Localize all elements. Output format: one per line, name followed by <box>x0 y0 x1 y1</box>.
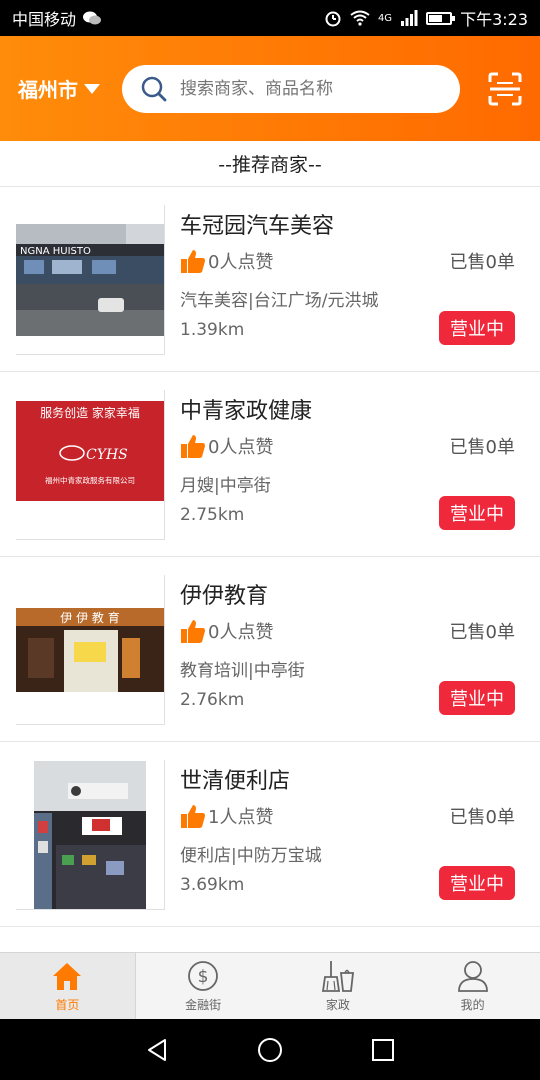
merchant-name: 车冠园汽车美容 <box>180 214 335 239</box>
wechat-icon <box>83 11 102 25</box>
sold-count: 已售0单 <box>449 437 515 458</box>
banner-logo-text: CYHS <box>86 447 128 463</box>
merchant-item[interactable]: NGNA HUISTO 车冠园汽车美容 0人点赞 已售0单 汽车美容|台江广场/… <box>0 187 540 372</box>
user-icon <box>457 961 488 992</box>
open-status-badge: 营业中 <box>439 866 515 900</box>
merchant-photo: 服务创造 家家幸福 CYHS 福州中青家政服务有限公司 <box>16 390 165 540</box>
tab-label: 金融街 <box>185 998 222 1012</box>
dropdown-arrow-icon <box>84 83 100 94</box>
dollar-icon: $ <box>188 961 219 991</box>
tab-housekeeping[interactable]: 家政 <box>271 953 406 1019</box>
back-icon[interactable] <box>143 1036 171 1064</box>
city-selector[interactable]: 福州市 <box>18 74 122 103</box>
merchant-category: 汽车美容|台江广场/元洪城 <box>180 291 379 311</box>
merchant-photo: NGNA HUISTO <box>16 205 165 355</box>
merchant-item[interactable]: 服务创造 家家幸福 CYHS 福州中青家政服务有限公司 中青家政健康 0人点赞 … <box>0 372 540 557</box>
svg-text:$: $ <box>198 967 209 987</box>
tab-home[interactable]: 首页 <box>0 953 136 1019</box>
clock-label: 下午3:23 <box>460 10 528 29</box>
search-input[interactable] <box>180 78 420 99</box>
thumbs-up-icon[interactable] <box>180 433 206 459</box>
sold-count: 已售0单 <box>449 807 515 828</box>
home-icon <box>53 963 82 990</box>
merchant-name: 中青家政健康 <box>180 399 313 424</box>
sold-count: 已售0单 <box>449 622 515 643</box>
recents-icon[interactable] <box>369 1036 397 1064</box>
recommended-merchants-title: --推荐商家-- <box>0 141 540 187</box>
tab-profile[interactable]: 我的 <box>405 953 540 1019</box>
banner-image: 服务创造 家家幸福 CYHS 福州中青家政服务有限公司 <box>16 400 164 529</box>
thumbs-up-icon[interactable] <box>180 618 206 644</box>
like-count: 0人点赞 <box>208 437 274 458</box>
open-status-badge: 营业中 <box>439 496 515 530</box>
storefront-sign-text: NGNA HUISTO <box>20 246 91 257</box>
banner-company-text: 福州中青家政服务有限公司 <box>45 475 135 485</box>
school-sign-text: 伊 伊 教 育 <box>60 610 119 625</box>
sold-count: 已售0单 <box>449 252 515 273</box>
search-icon <box>141 76 167 101</box>
merchant-name: 伊伊教育 <box>180 584 269 609</box>
tab-finance[interactable]: $ 金融街 <box>136 953 271 1019</box>
scan-icon[interactable] <box>488 72 522 106</box>
banner-slogan-text: 服务创造 家家幸福 <box>40 405 140 420</box>
thumbs-up-icon[interactable] <box>180 803 206 829</box>
home-circle-icon[interactable] <box>256 1036 284 1064</box>
tab-label: 我的 <box>460 998 485 1012</box>
alarm-icon <box>325 11 341 27</box>
open-status-badge: 营业中 <box>439 311 515 345</box>
school-entrance-image: 伊 伊 教 育 <box>16 607 164 692</box>
signal-icon <box>401 10 418 26</box>
bottom-tab-bar: 首页 $ 金融街 家政 我的 <box>0 952 540 1019</box>
city-label: 福州市 <box>18 78 78 102</box>
merchant-photo: 伊 伊 教 育 <box>16 575 165 725</box>
merchant-item[interactable]: 世清便利店 1人点赞 已售0单 便利店|中防万宝城 3.69km 营业中 <box>0 742 540 927</box>
battery-icon <box>426 11 456 25</box>
app-header: 福州市 <box>0 36 540 141</box>
network-label: 4G <box>377 12 393 24</box>
merchant-photo <box>16 760 165 910</box>
like-count: 1人点赞 <box>208 807 274 828</box>
merchant-category: 教育培训|中亭街 <box>180 661 305 681</box>
merchant-category: 便利店|中防万宝城 <box>180 846 322 866</box>
merchant-category: 月嫂|中亭街 <box>180 476 271 496</box>
merchant-name: 世清便利店 <box>180 769 291 794</box>
convenience-store-image <box>34 760 146 909</box>
open-status-badge: 营业中 <box>439 681 515 715</box>
thumbs-up-icon[interactable] <box>180 248 206 274</box>
merchant-item[interactable]: 伊 伊 教 育 伊伊教育 0人点赞 已售0单 教育培训|中亭街 2.76km 营… <box>0 557 540 742</box>
carrier-label: 中国移动 <box>12 10 77 29</box>
merchant-list[interactable]: NGNA HUISTO 车冠园汽车美容 0人点赞 已售0单 汽车美容|台江广场/… <box>0 187 540 952</box>
like-count: 0人点赞 <box>208 622 274 643</box>
tab-label: 首页 <box>55 998 80 1012</box>
like-count: 0人点赞 <box>208 252 274 273</box>
wifi-icon <box>350 10 370 26</box>
status-bar: 中国移动 4G 下午3:23 <box>0 0 540 36</box>
storefront-image: NGNA HUISTO <box>16 223 164 336</box>
broom-icon <box>321 961 354 992</box>
system-nav-bar <box>0 1019 540 1080</box>
search-bar[interactable] <box>122 64 460 113</box>
tab-label: 家政 <box>325 998 350 1012</box>
